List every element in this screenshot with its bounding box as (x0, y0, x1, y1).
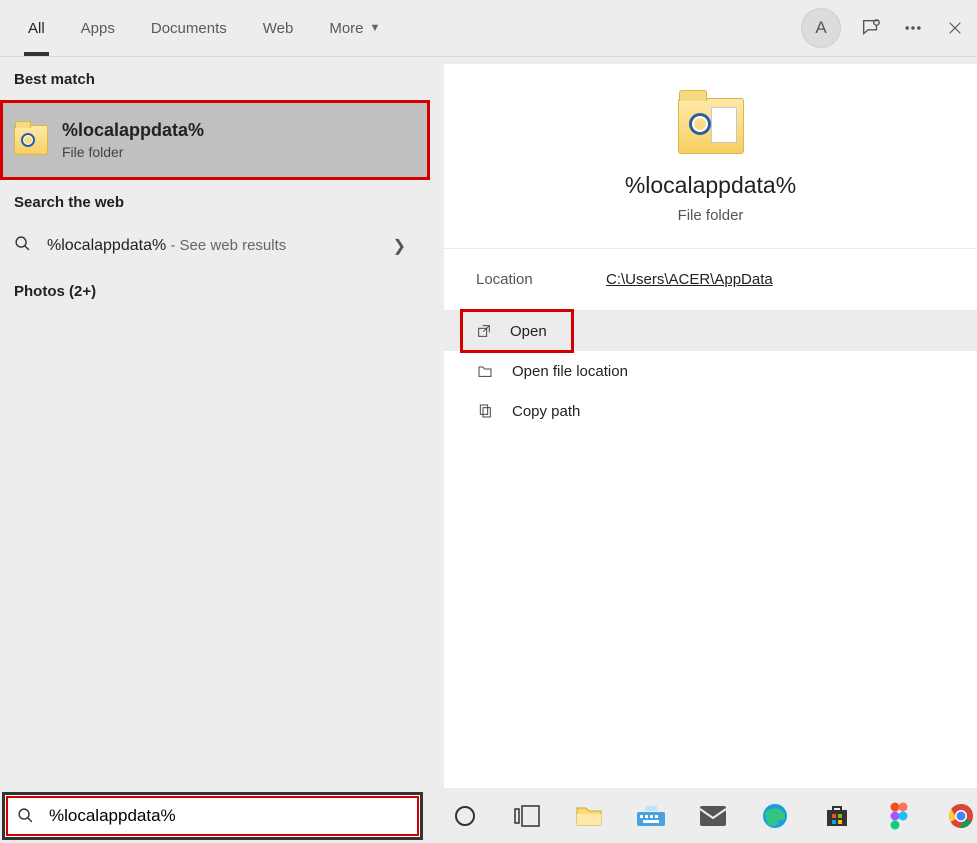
tab-label: Web (263, 20, 294, 37)
action-open[interactable]: Open (462, 311, 572, 351)
search-web-header: Search the web (0, 180, 430, 223)
feedback-icon[interactable] (859, 16, 883, 40)
task-view-icon[interactable] (511, 800, 543, 832)
file-explorer-icon[interactable] (573, 800, 605, 832)
on-screen-keyboard-icon[interactable] (635, 800, 667, 832)
tab-apps[interactable]: Apps (63, 0, 133, 56)
tab-label: More (329, 20, 363, 37)
location-label: Location (476, 271, 606, 288)
chevron-down-icon: ▼ (370, 22, 381, 34)
results-list-pane: Best match %localappdata% File folder Se… (0, 57, 430, 788)
location-path-link[interactable]: C:\Users\ACER\AppData (606, 271, 773, 288)
copy-icon (476, 402, 494, 420)
preview-title: %localappdata% (464, 172, 957, 199)
best-match-result[interactable]: %localappdata% File folder (0, 100, 430, 180)
search-input[interactable] (45, 795, 420, 837)
more-options-icon[interactable] (901, 16, 925, 40)
tabs-right: A (801, 0, 967, 56)
preview-header: %localappdata% File folder (444, 64, 977, 249)
microsoft-store-icon[interactable] (821, 800, 853, 832)
mail-icon[interactable] (697, 800, 729, 832)
search-icon (14, 235, 31, 257)
tab-documents[interactable]: Documents (133, 0, 245, 56)
folder-icon-large (678, 98, 744, 154)
open-icon (476, 322, 492, 340)
action-open-file-location[interactable]: Open file location (444, 351, 977, 391)
preview-subtitle: File folder (464, 207, 957, 224)
photos-header[interactable]: Photos (2+) (0, 269, 430, 312)
tab-label: Documents (151, 20, 227, 37)
action-label: Open (510, 323, 547, 340)
web-query: %localappdata% (47, 237, 166, 254)
taskbar-pinned-apps (449, 800, 977, 832)
tab-label: All (28, 20, 45, 37)
web-search-result[interactable]: %localappdata% - See web results ❯ (0, 223, 430, 269)
action-copy-path[interactable]: Copy path (444, 391, 977, 431)
action-label: Open file location (512, 363, 628, 380)
figma-icon[interactable] (883, 800, 915, 832)
tabs-left: All Apps Documents Web More ▼ (10, 0, 398, 56)
best-match-subtitle: File folder (62, 144, 204, 160)
chevron-right-icon: ❯ (393, 236, 416, 256)
search-results-area: Best match %localappdata% File folder Se… (0, 57, 977, 788)
best-match-header: Best match (0, 57, 430, 100)
folder-open-icon (476, 362, 494, 380)
search-scope-tabs: All Apps Documents Web More ▼ A (0, 0, 977, 57)
chrome-icon[interactable] (945, 800, 977, 832)
best-match-text: %localappdata% File folder (62, 120, 204, 160)
web-suffix: - See web results (166, 237, 286, 254)
tab-web[interactable]: Web (245, 0, 312, 56)
search-icon (5, 807, 45, 824)
preview-pane: %localappdata% File folder Location C:\U… (444, 64, 977, 788)
close-icon[interactable] (943, 16, 967, 40)
user-avatar[interactable]: A (801, 8, 841, 48)
location-row: Location C:\Users\ACER\AppData (444, 249, 977, 311)
cortana-icon[interactable] (449, 800, 481, 832)
avatar-initial: A (815, 18, 826, 38)
best-match-title: %localappdata% (62, 120, 204, 141)
action-label: Copy path (512, 403, 580, 420)
tab-label: Apps (81, 20, 115, 37)
web-result-text: %localappdata% - See web results (47, 237, 286, 255)
folder-icon (14, 125, 48, 155)
taskbar-search-box[interactable] (2, 792, 423, 840)
tab-all[interactable]: All (10, 0, 63, 56)
edge-icon[interactable] (759, 800, 791, 832)
taskbar (0, 788, 977, 843)
tab-more[interactable]: More ▼ (311, 0, 398, 56)
